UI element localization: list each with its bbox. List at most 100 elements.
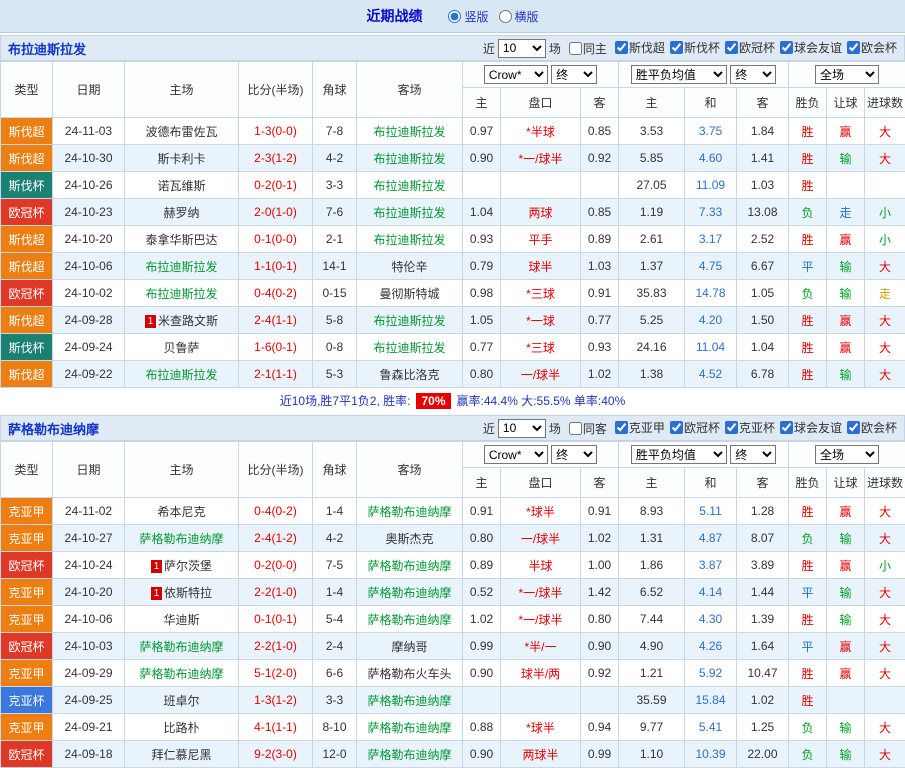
home-team[interactable]: 诺瓦维斯 <box>125 172 239 199</box>
away-team[interactable]: 萨格勒布迪纳摩 <box>357 687 463 714</box>
league-filter-checkbox[interactable]: 欧会杯 <box>847 39 897 56</box>
league-filter-checkbox[interactable]: 球会友谊 <box>780 419 842 436</box>
league-filter-checkbox-input[interactable] <box>670 421 683 434</box>
home-team[interactable]: 班卓尔 <box>125 687 239 714</box>
match-count-select[interactable]: 10 <box>498 419 546 438</box>
away-team[interactable]: 布拉迪斯拉发 <box>357 334 463 361</box>
avg-final-select[interactable]: 终 <box>730 65 776 84</box>
league-filter-checkbox-input[interactable] <box>725 421 738 434</box>
home-team[interactable]: 萨格勒布迪纳摩 <box>125 633 239 660</box>
league-filter-checkbox[interactable]: 球会友谊 <box>780 39 842 56</box>
away-team[interactable]: 摩纳哥 <box>357 633 463 660</box>
home-team[interactable]: 波德布雷佐瓦 <box>125 118 239 145</box>
league-badge[interactable]: 欧冠杯 <box>1 552 53 579</box>
league-badge[interactable]: 斯伐杯 <box>1 334 53 361</box>
league-filter-checkbox-input[interactable] <box>847 421 860 434</box>
league-badge[interactable]: 克亚甲 <box>1 714 53 741</box>
same-venue-checkbox-input[interactable] <box>569 42 582 55</box>
league-badge[interactable]: 斯伐超 <box>1 226 53 253</box>
home-team[interactable]: 1萨尔茨堡 <box>125 552 239 579</box>
league-badge[interactable]: 斯伐超 <box>1 361 53 388</box>
home-team[interactable]: 布拉迪斯拉发 <box>125 280 239 307</box>
league-badge[interactable]: 克亚甲 <box>1 525 53 552</box>
league-badge[interactable]: 斯伐超 <box>1 253 53 280</box>
match-count-select[interactable]: 10 <box>498 39 546 58</box>
league-filter-checkbox[interactable]: 斯伐杯 <box>670 39 720 56</box>
league-filter-checkbox[interactable]: 欧冠杯 <box>670 419 720 436</box>
vertical-radio-input[interactable] <box>448 10 461 23</box>
league-badge[interactable]: 欧冠杯 <box>1 199 53 226</box>
home-team[interactable]: 斯卡利卡 <box>125 145 239 172</box>
away-team[interactable]: 布拉迪斯拉发 <box>357 145 463 172</box>
home-team[interactable]: 泰拿华斯巴达 <box>125 226 239 253</box>
away-team[interactable]: 布拉迪斯拉发 <box>357 199 463 226</box>
away-team[interactable]: 萨格勒布迪纳摩 <box>357 714 463 741</box>
league-filter-checkbox-input[interactable] <box>780 421 793 434</box>
home-team[interactable]: 希本尼克 <box>125 498 239 525</box>
league-filter-checkbox[interactable]: 欧冠杯 <box>725 39 775 56</box>
away-team[interactable]: 布拉迪斯拉发 <box>357 226 463 253</box>
same-venue-checkbox[interactable]: 同客 <box>569 420 607 437</box>
home-team[interactable]: 比路朴 <box>125 714 239 741</box>
layout-vertical-radio[interactable]: 竖版 <box>448 8 488 25</box>
home-team[interactable]: 华迪斯 <box>125 606 239 633</box>
league-badge[interactable]: 欧冠杯 <box>1 280 53 307</box>
home-team[interactable]: 1依斯特拉 <box>125 579 239 606</box>
away-team[interactable]: 特伦辛 <box>357 253 463 280</box>
league-filter-checkbox-input[interactable] <box>780 41 793 54</box>
avg-metric-select[interactable]: 胜平负均值 <box>631 445 727 464</box>
avg-metric-select[interactable]: 胜平负均值 <box>631 65 727 84</box>
home-team[interactable]: 萨格勒布迪纳摩 <box>125 660 239 687</box>
league-badge[interactable]: 克亚甲 <box>1 660 53 687</box>
league-badge[interactable]: 克亚杯 <box>1 687 53 714</box>
league-badge[interactable]: 欧冠杯 <box>1 633 53 660</box>
league-filter-checkbox-input[interactable] <box>615 41 628 54</box>
league-badge[interactable]: 斯伐杯 <box>1 172 53 199</box>
away-team[interactable]: 鲁森比洛克 <box>357 361 463 388</box>
league-badge[interactable]: 克亚甲 <box>1 579 53 606</box>
away-team[interactable]: 萨格勒布迪纳摩 <box>357 741 463 768</box>
away-team[interactable]: 萨格勒布迪纳摩 <box>357 498 463 525</box>
away-team[interactable]: 布拉迪斯拉发 <box>357 172 463 199</box>
home-team[interactable]: 布拉迪斯拉发 <box>125 253 239 280</box>
team-name[interactable]: 萨格勒布迪纳摩 <box>8 419 99 438</box>
away-team[interactable]: 萨格勒布火车头 <box>357 660 463 687</box>
home-team[interactable]: 拜仁慕尼黑 <box>125 741 239 768</box>
away-team[interactable]: 布拉迪斯拉发 <box>357 307 463 334</box>
home-team[interactable]: 贝鲁萨 <box>125 334 239 361</box>
odds-company-select[interactable]: Crow* <box>484 65 548 84</box>
same-venue-checkbox[interactable]: 同主 <box>569 40 607 57</box>
league-filter-checkbox-input[interactable] <box>615 421 628 434</box>
horizontal-radio-input[interactable] <box>499 10 512 23</box>
away-team[interactable]: 曼彻斯特城 <box>357 280 463 307</box>
league-filter-checkbox-input[interactable] <box>670 41 683 54</box>
team-name[interactable]: 布拉迪斯拉发 <box>8 39 86 58</box>
away-team[interactable]: 萨格勒布迪纳摩 <box>357 579 463 606</box>
home-team[interactable]: 布拉迪斯拉发 <box>125 361 239 388</box>
scope-select[interactable]: 全场 <box>815 445 879 464</box>
away-team[interactable]: 奥斯杰克 <box>357 525 463 552</box>
odds-company-select[interactable]: Crow* <box>484 445 548 464</box>
away-team[interactable]: 萨格勒布迪纳摩 <box>357 552 463 579</box>
home-team[interactable]: 萨格勒布迪纳摩 <box>125 525 239 552</box>
home-team[interactable]: 1米查路文斯 <box>125 307 239 334</box>
league-filter-checkbox-input[interactable] <box>847 41 860 54</box>
league-filter-checkbox-input[interactable] <box>725 41 738 54</box>
layout-horizontal-radio[interactable]: 横版 <box>499 8 539 25</box>
league-badge[interactable]: 斯伐超 <box>1 118 53 145</box>
league-badge[interactable]: 斯伐超 <box>1 307 53 334</box>
home-team[interactable]: 赫罗纳 <box>125 199 239 226</box>
league-badge[interactable]: 欧冠杯 <box>1 741 53 768</box>
odds-final-select[interactable]: 终 <box>551 65 597 84</box>
league-filter-checkbox[interactable]: 克亚甲 <box>615 419 665 436</box>
same-venue-checkbox-input[interactable] <box>569 422 582 435</box>
scope-select[interactable]: 全场 <box>815 65 879 84</box>
league-badge[interactable]: 斯伐超 <box>1 145 53 172</box>
avg-final-select[interactable]: 终 <box>730 445 776 464</box>
league-badge[interactable]: 克亚甲 <box>1 606 53 633</box>
away-team[interactable]: 布拉迪斯拉发 <box>357 118 463 145</box>
league-badge[interactable]: 克亚甲 <box>1 498 53 525</box>
odds-final-select[interactable]: 终 <box>551 445 597 464</box>
league-filter-checkbox[interactable]: 欧会杯 <box>847 419 897 436</box>
league-filter-checkbox[interactable]: 斯伐超 <box>615 39 665 56</box>
